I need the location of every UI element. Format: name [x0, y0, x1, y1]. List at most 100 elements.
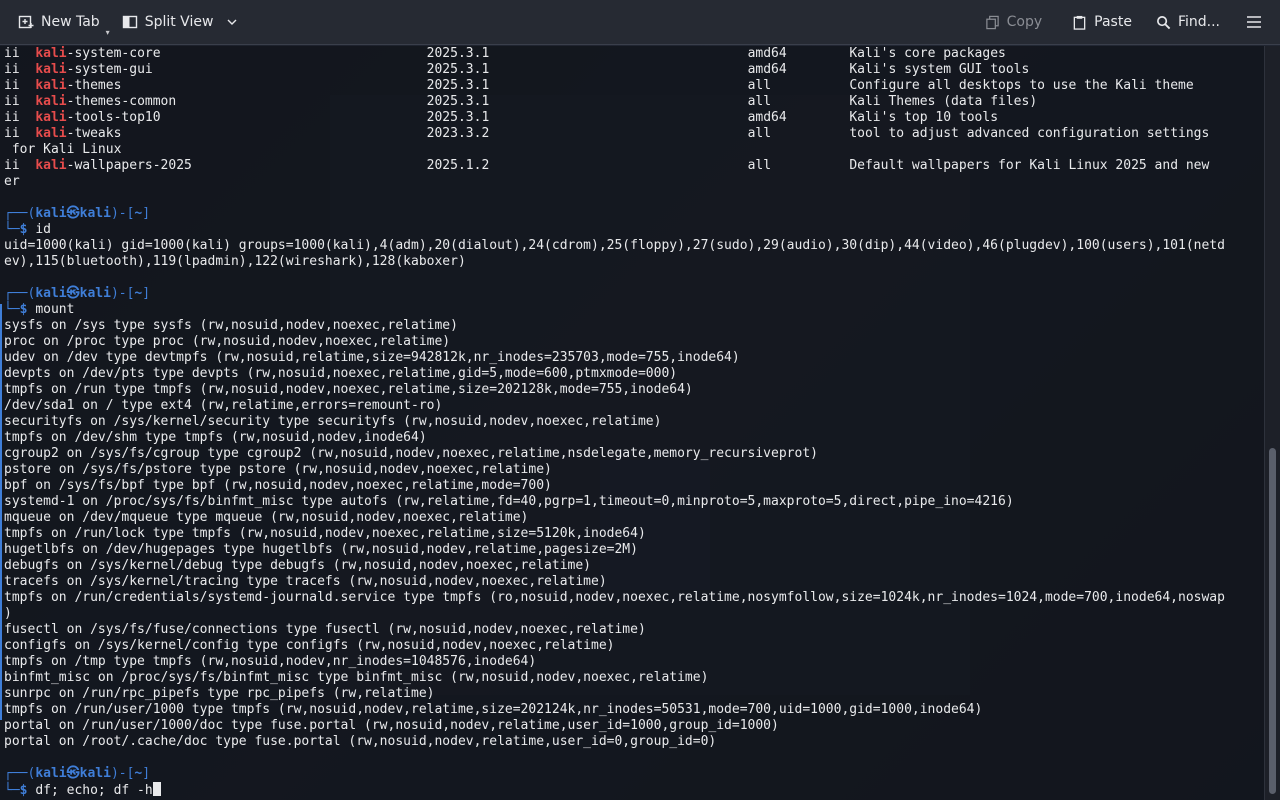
output-text: proc on /proc type proc (rw,nosuid,nodev…	[4, 334, 451, 349]
package-status: ii	[4, 46, 36, 61]
output-text: ev),115(bluetooth),119(lpadmin),122(wire…	[4, 254, 466, 269]
package-description: Kali's core packages	[849, 46, 1006, 61]
mount-output-line: mqueue on /dev/mqueue type mqueue (rw,no…	[4, 510, 1260, 526]
mount-output-line: tmpfs on /run type tmpfs (rw,nosuid,node…	[4, 382, 1260, 398]
package-status: ii	[4, 126, 36, 141]
hamburger-menu-icon	[1247, 16, 1261, 28]
mount-output-line: udev on /dev type devtmpfs (rw,nosuid,re…	[4, 350, 1260, 366]
package-name-highlight: kali	[35, 110, 67, 125]
prompt-user-host: kali㉿kali	[35, 206, 111, 221]
package-name: -themes-common	[66, 94, 427, 109]
prompt-bracket: )-[	[110, 286, 135, 301]
prompt-dollar: $	[19, 222, 36, 237]
prompt-dollar: $	[19, 783, 36, 798]
prompt-header: ┌──(kali㉿kali)-[~]	[4, 206, 1260, 222]
package-status: ii	[4, 158, 36, 173]
prompt-bracket: └─	[4, 222, 20, 237]
package-arch: amd64	[747, 46, 850, 61]
mount-output-line: devpts on /dev/pts type devpts (rw,nosui…	[4, 366, 1260, 382]
paste-button[interactable]: Paste	[1064, 6, 1140, 38]
mount-output-line: binfmt_misc on /proc/sys/fs/binfmt_misc …	[4, 670, 1260, 686]
output-text: /dev/sda1 on / type ext4 (rw,relatime,er…	[4, 398, 443, 413]
package-description: tool to adjust advanced configuration se…	[849, 126, 1210, 141]
id-output-line: uid=1000(kali) gid=1000(kali) groups=100…	[4, 238, 1260, 254]
prompt-command-line: └─$ df; echo; df -h	[4, 782, 1260, 798]
id-output-line: ev),115(bluetooth),119(lpadmin),122(wire…	[4, 254, 1260, 270]
mount-output-line: tmpfs on /run/lock type tmpfs (rw,nosuid…	[4, 526, 1260, 542]
package-arch: all	[747, 94, 850, 109]
paste-icon	[1073, 15, 1086, 30]
package-row: ii kali-system-core 2025.3.1 amd64 Kali'…	[4, 46, 1260, 62]
mount-output-line: tmpfs on /tmp type tmpfs (rw,nosuid,node…	[4, 654, 1260, 670]
prompt-bracket: ]	[142, 766, 151, 781]
mount-output-line: securityfs on /sys/kernel/security type …	[4, 414, 1260, 430]
search-icon	[1156, 15, 1171, 29]
package-name: -tweaks	[66, 126, 427, 141]
output-text: binfmt_misc on /proc/sys/fs/binfmt_misc …	[4, 670, 709, 685]
new-tab-button[interactable]: New Tab ▾	[10, 6, 110, 38]
new-tab-label: New Tab	[41, 14, 100, 30]
paste-label: Paste	[1094, 14, 1132, 30]
prompt-user-host: kali㉿kali	[35, 766, 111, 781]
output-text: configfs on /sys/kernel/config type conf…	[4, 638, 615, 653]
mount-output-line: tmpfs on /run/credentials/systemd-journa…	[4, 590, 1260, 606]
package-row: ii kali-tools-top10 2025.3.1 amd64 Kali'…	[4, 110, 1260, 126]
hamburger-menu-button[interactable]	[1238, 6, 1270, 38]
scrollbar-thumb[interactable]	[1269, 448, 1276, 794]
package-description: Kali's system GUI tools	[849, 62, 1030, 77]
prompt-bracket: )-[	[110, 766, 135, 781]
package-row: ii kali-system-gui 2025.3.1 amd64 Kali's…	[4, 62, 1260, 78]
package-name-highlight: kali	[35, 78, 67, 93]
package-name-highlight: kali	[35, 158, 67, 173]
new-tab-menu-caret-icon[interactable]: ▾	[106, 28, 110, 37]
output-text: tmpfs on /dev/shm type tmpfs (rw,nosuid,…	[4, 430, 427, 445]
selection-marker	[0, 304, 2, 720]
mount-output-line: cgroup2 on /sys/fs/cgroup type cgroup2 (…	[4, 446, 1260, 462]
package-arch: amd64	[747, 110, 850, 125]
chevron-down-icon[interactable]	[226, 16, 238, 28]
terminal-scrollbar[interactable]	[1264, 46, 1280, 800]
package-row: er	[4, 174, 1260, 190]
package-name: -system-gui	[66, 62, 427, 77]
command-text: id	[35, 222, 51, 237]
output-text: sysfs on /sys type sysfs (rw,nosuid,node…	[4, 318, 458, 333]
split-view-button[interactable]: Split View	[114, 6, 247, 38]
package-name: -wallpapers-2025	[66, 158, 427, 173]
terminal-output[interactable]: ii kali-system-core 2025.3.1 amd64 Kali'…	[0, 46, 1264, 800]
output-text: sunrpc on /run/rpc_pipefs type rpc_pipef…	[4, 686, 435, 701]
prompt-header: ┌──(kali㉿kali)-[~]	[4, 286, 1260, 302]
package-desc-continuation: for Kali Linux	[4, 142, 122, 157]
package-row: ii kali-tweaks 2023.3.2 all tool to adju…	[4, 126, 1260, 142]
prompt-bracket: ]	[142, 286, 151, 301]
mount-output-line: tmpfs on /dev/shm type tmpfs (rw,nosuid,…	[4, 430, 1260, 446]
mount-output-line: pstore on /sys/fs/pstore type pstore (rw…	[4, 462, 1260, 478]
mount-output-line: configfs on /sys/kernel/config type conf…	[4, 638, 1260, 654]
package-name-highlight: kali	[35, 46, 67, 61]
find-button[interactable]: Find...	[1148, 6, 1228, 38]
mount-output-line: )	[4, 606, 1260, 622]
package-row: ii kali-themes 2025.3.1 all Configure al…	[4, 78, 1260, 94]
konsole-toolbar: New Tab ▾ Split View Copy Paste Find...	[0, 0, 1280, 45]
package-description: Kali's top 10 tools	[849, 110, 999, 125]
output-text: pstore on /sys/fs/pstore type pstore (rw…	[4, 462, 552, 477]
output-text: tmpfs on /run/credentials/systemd-journa…	[4, 590, 1225, 605]
prompt-bracket: └─	[4, 783, 20, 798]
mount-output-line: hugetlbfs on /dev/hugepages type hugetlb…	[4, 542, 1260, 558]
mount-output-line: systemd-1 on /proc/sys/fs/binfmt_misc ty…	[4, 494, 1260, 510]
command-text: df; echo; df -h	[35, 783, 153, 798]
mount-output-line: sysfs on /sys type sysfs (rw,nosuid,node…	[4, 318, 1260, 334]
output-text: systemd-1 on /proc/sys/fs/binfmt_misc ty…	[4, 494, 1014, 509]
mount-output-line: fusectl on /sys/fs/fuse/connections type…	[4, 622, 1260, 638]
prompt-bracket: ]	[142, 206, 151, 221]
split-view-label: Split View	[144, 14, 214, 30]
package-version: 2025.3.1	[426, 46, 748, 61]
package-description: Default wallpapers for Kali Linux 2025 a…	[849, 158, 1210, 173]
copy-button[interactable]: Copy	[977, 6, 1051, 38]
package-version: 2025.3.1	[426, 78, 748, 93]
package-row: ii kali-themes-common 2025.3.1 all Kali …	[4, 94, 1260, 110]
output-text: tmpfs on /run/lock type tmpfs (rw,nosuid…	[4, 526, 646, 541]
output-text: )	[4, 606, 12, 621]
output-text: tracefs on /sys/kernel/tracing type trac…	[4, 574, 607, 589]
